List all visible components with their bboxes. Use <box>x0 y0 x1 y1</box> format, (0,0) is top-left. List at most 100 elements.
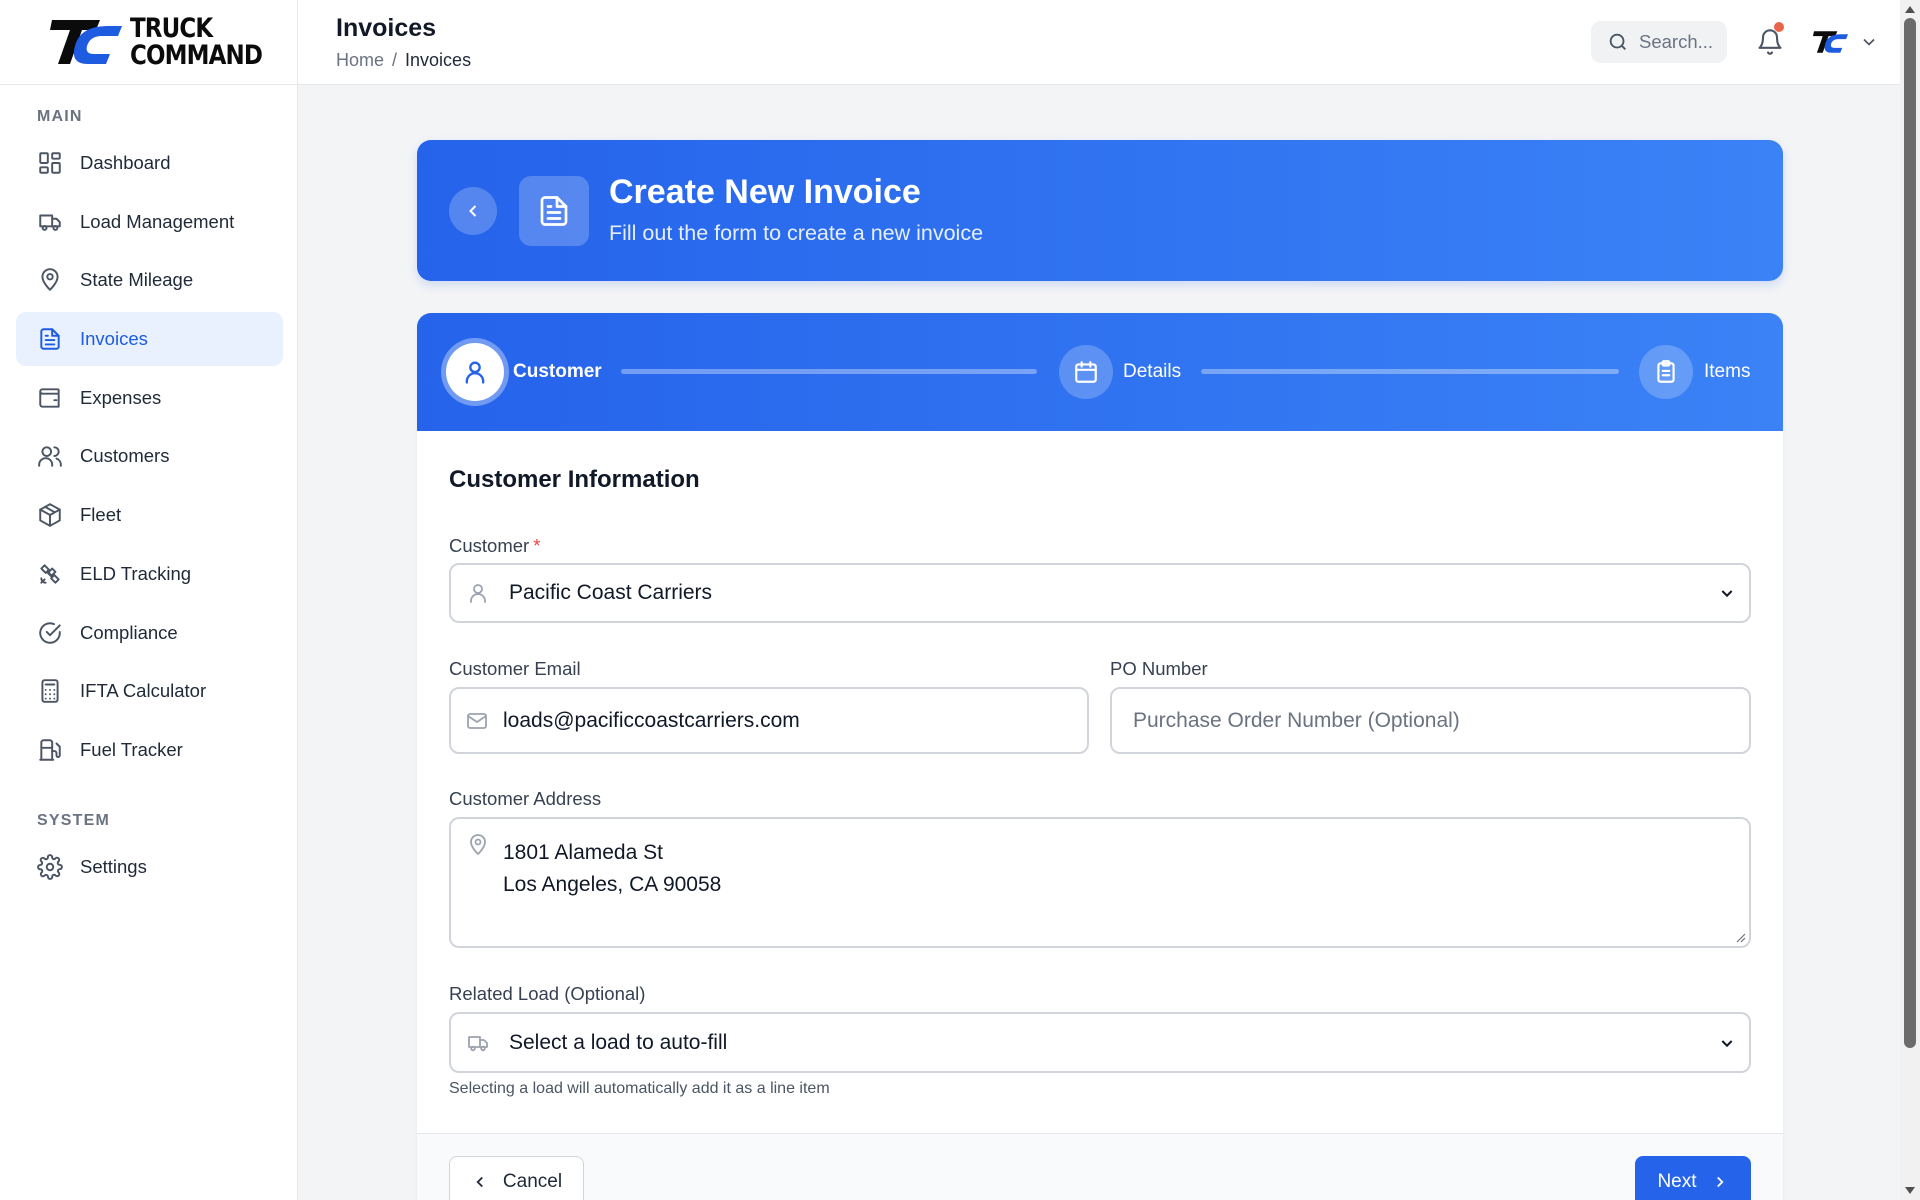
sidebar-item-label: Fuel Tracker <box>80 738 183 760</box>
calendar-icon <box>1075 361 1097 383</box>
po-number-label: PO Number <box>1110 658 1208 679</box>
po-number-placeholder: Purchase Order Number (Optional) <box>1133 708 1460 732</box>
next-button-label: Next <box>1657 1171 1697 1192</box>
calculator-icon <box>41 679 59 703</box>
sidebar-item-settings[interactable]: Settings <box>16 840 283 894</box>
mail-icon <box>467 712 487 729</box>
form-footer: Cancel Next <box>417 1133 1783 1200</box>
gear-icon <box>37 854 63 880</box>
sidebar-item-customers[interactable]: Customers <box>16 429 283 483</box>
step-progress: Customer Details Items <box>417 313 1783 431</box>
brand-name: TRUCK COMMAND <box>130 13 263 71</box>
sidebar-item-label: IFTA Calculator <box>80 680 207 702</box>
system-nav: Settings <box>16 840 283 899</box>
step-connector <box>621 369 1037 374</box>
user-avatar-logo-icon[interactable] <box>1813 26 1849 58</box>
address-line-2: Los Angeles, CA 90058 <box>503 873 722 896</box>
chevron-left-icon <box>469 205 477 217</box>
satellite-icon <box>40 564 60 584</box>
fuel-icon <box>39 739 61 761</box>
resize-handle-icon[interactable] <box>1736 933 1746 943</box>
sidebar-item-label: Settings <box>80 856 147 877</box>
chevron-down-icon[interactable] <box>1859 32 1879 52</box>
customer-address-label: Customer Address <box>449 788 602 809</box>
step-details-label: Details <box>1123 361 1182 382</box>
section-title: Customer Information <box>449 466 700 493</box>
dashboard-icon <box>39 152 61 174</box>
truck-icon <box>39 214 61 231</box>
chevron-right-icon <box>1716 1176 1724 1188</box>
step-details-indicator[interactable] <box>1059 345 1113 399</box>
file-text-icon <box>540 196 568 226</box>
sidebar: TRUCK COMMAND MAIN Dashboard Load Manage… <box>0 0 298 1200</box>
brand-line-1: TRUCK <box>130 13 213 44</box>
bell-icon <box>1758 29 1782 55</box>
next-button[interactable]: Next <box>1635 1156 1751 1200</box>
sidebar-item-ifta-calculator[interactable]: IFTA Calculator <box>16 664 283 718</box>
hero-document-badge <box>519 176 589 246</box>
section-label-main: MAIN <box>37 108 83 125</box>
step-items-indicator[interactable] <box>1639 345 1693 399</box>
map-pin-icon <box>41 268 59 292</box>
chevron-left-icon <box>476 1176 483 1188</box>
step-customer-indicator[interactable] <box>446 343 504 401</box>
sidebar-item-fuel-tracker[interactable]: Fuel Tracker <box>16 723 283 777</box>
back-button[interactable] <box>449 187 497 235</box>
customer-address-field[interactable]: 1801 Alameda St Los Angeles, CA 90058 <box>449 817 1751 948</box>
sidebar-item-fleet[interactable]: Fleet <box>16 488 283 542</box>
sidebar-item-label: Invoices <box>80 328 148 350</box>
customer-select[interactable]: Pacific Coast Carriers <box>449 563 1751 623</box>
user-icon <box>465 361 485 384</box>
page-scrollbar[interactable] <box>1900 0 1920 1200</box>
related-load-label: Related Load (Optional) <box>449 983 646 1004</box>
scroll-down-arrow-icon[interactable] <box>1905 1187 1915 1194</box>
cancel-button-label: Cancel <box>502 1171 563 1192</box>
sidebar-item-label: Fleet <box>80 504 122 526</box>
sidebar-item-label: Load Management <box>80 210 235 232</box>
cancel-button[interactable]: Cancel <box>449 1156 584 1200</box>
sidebar-item-expenses[interactable]: Expenses <box>16 371 283 425</box>
po-number-field[interactable]: Purchase Order Number (Optional) <box>1110 687 1751 754</box>
search-placeholder: Search... <box>1639 31 1714 52</box>
section-label-system: SYSTEM <box>37 812 110 829</box>
sidebar-item-compliance[interactable]: Compliance <box>16 606 283 660</box>
step-customer-label: Customer <box>513 361 602 382</box>
customer-email-value: loads@pacificcoastcarriers.com <box>503 708 800 732</box>
chevron-down-icon <box>1721 590 1733 598</box>
sidebar-item-invoices[interactable]: Invoices <box>16 312 283 367</box>
chevron-down-icon <box>1721 1039 1733 1047</box>
user-icon <box>470 584 486 603</box>
search-icon <box>1609 33 1626 50</box>
sidebar-item-eld-tracking[interactable]: ELD Tracking <box>16 547 283 601</box>
map-pin-icon <box>470 834 486 855</box>
truck-icon <box>468 1035 488 1051</box>
step-items-label: Items <box>1704 361 1751 382</box>
app-logo[interactable]: TRUCK COMMAND <box>0 0 297 85</box>
address-line-1: 1801 Alameda St <box>503 841 663 864</box>
sidebar-item-dashboard[interactable]: Dashboard <box>16 136 283 190</box>
sidebar-item-state-mileage[interactable]: State Mileage <box>16 253 283 307</box>
breadcrumb-current: Invoices <box>405 50 472 70</box>
scroll-up-arrow-icon[interactable] <box>1905 6 1915 13</box>
sidebar-item-label: Dashboard <box>80 152 171 173</box>
sidebar-item-label: ELD Tracking <box>80 562 192 584</box>
brand-line-2: COMMAND <box>130 40 263 71</box>
sidebar-item-label: Expenses <box>80 386 162 408</box>
sidebar-item-load-management[interactable]: Load Management <box>16 195 283 249</box>
related-load-value: Select a load to auto-fill <box>509 1030 728 1054</box>
related-load-help-text: Selecting a load will automatically add … <box>449 1080 830 1097</box>
page-title: Invoices <box>336 14 437 42</box>
related-load-select[interactable]: Select a load to auto-fill <box>449 1012 1751 1073</box>
breadcrumb-home-link[interactable]: Home <box>336 50 384 71</box>
hero-title: Create New Invoice <box>609 173 921 211</box>
scrollbar-thumb[interactable] <box>1904 18 1916 1048</box>
file-text-icon <box>40 328 60 350</box>
notifications-button[interactable] <box>1756 22 1784 56</box>
customer-email-field[interactable]: loads@pacificcoastcarriers.com <box>449 687 1089 754</box>
clipboard-icon <box>1657 360 1675 383</box>
package-icon <box>39 503 61 527</box>
check-circle-icon <box>39 621 61 644</box>
required-asterisk: * <box>533 535 541 556</box>
search-box[interactable]: Search... <box>1591 21 1727 63</box>
invoice-hero-banner: Create New Invoice Fill out the form to … <box>417 140 1783 281</box>
